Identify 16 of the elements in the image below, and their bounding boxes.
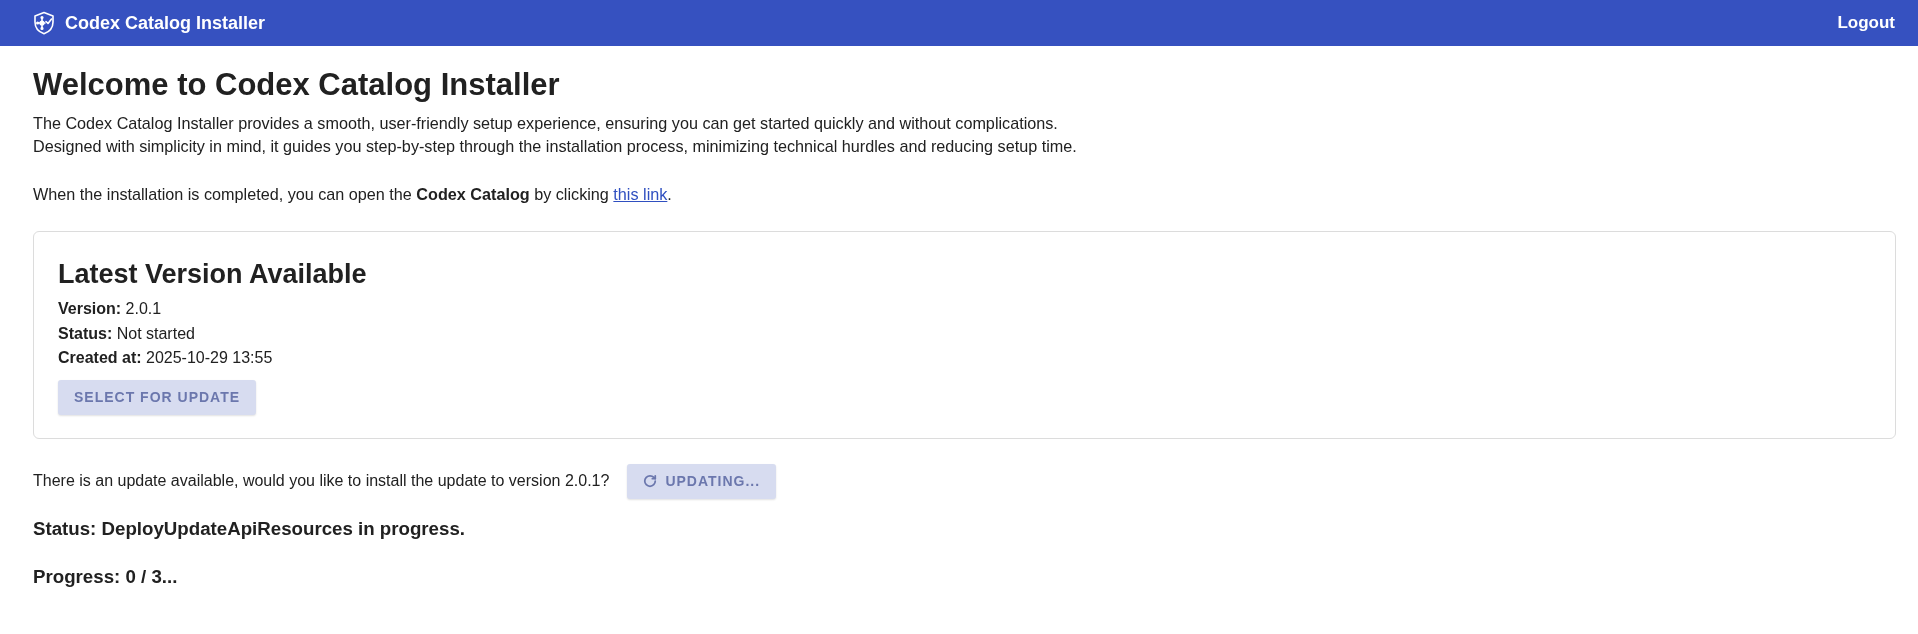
logout-link[interactable]: Logout	[1837, 10, 1895, 36]
intro-text: The Codex Catalog Installer provides a smooth, user-friendly setup experience, ensuring you can get started quickly and without complications.	[33, 113, 1058, 134]
circular-arrow-icon	[643, 474, 658, 488]
version-detail: Status: Not started	[58, 323, 195, 344]
card-title: Latest Version Available	[58, 258, 367, 291]
app-title: Codex Catalog Installer	[65, 11, 266, 35]
status-text: Status: DeployUpdateApiResources in progress.	[33, 516, 465, 541]
progress-text: Progress: 0 / 3...	[33, 564, 178, 589]
catalog-link[interactable]: this link	[613, 185, 668, 203]
completion-notice: When the installation is completed, you can open the Codex Catalog by clicking this link.	[33, 184, 672, 205]
shield-icon	[33, 11, 55, 35]
page-heading: Welcome to Codex Catalog Installer	[33, 66, 560, 104]
update-question: There is an update available, would you like to install the update to version 2.0.1?	[33, 471, 610, 491]
version-detail: Created at: 2025-10-29 13:55	[58, 348, 273, 368]
version-detail: Version: 2.0.1	[58, 299, 162, 319]
intro-text: Designed with simplicity in mind, it guides you step-by-step through the installation process, minimizing technical hurdles and reducing setup time.	[33, 136, 1077, 157]
